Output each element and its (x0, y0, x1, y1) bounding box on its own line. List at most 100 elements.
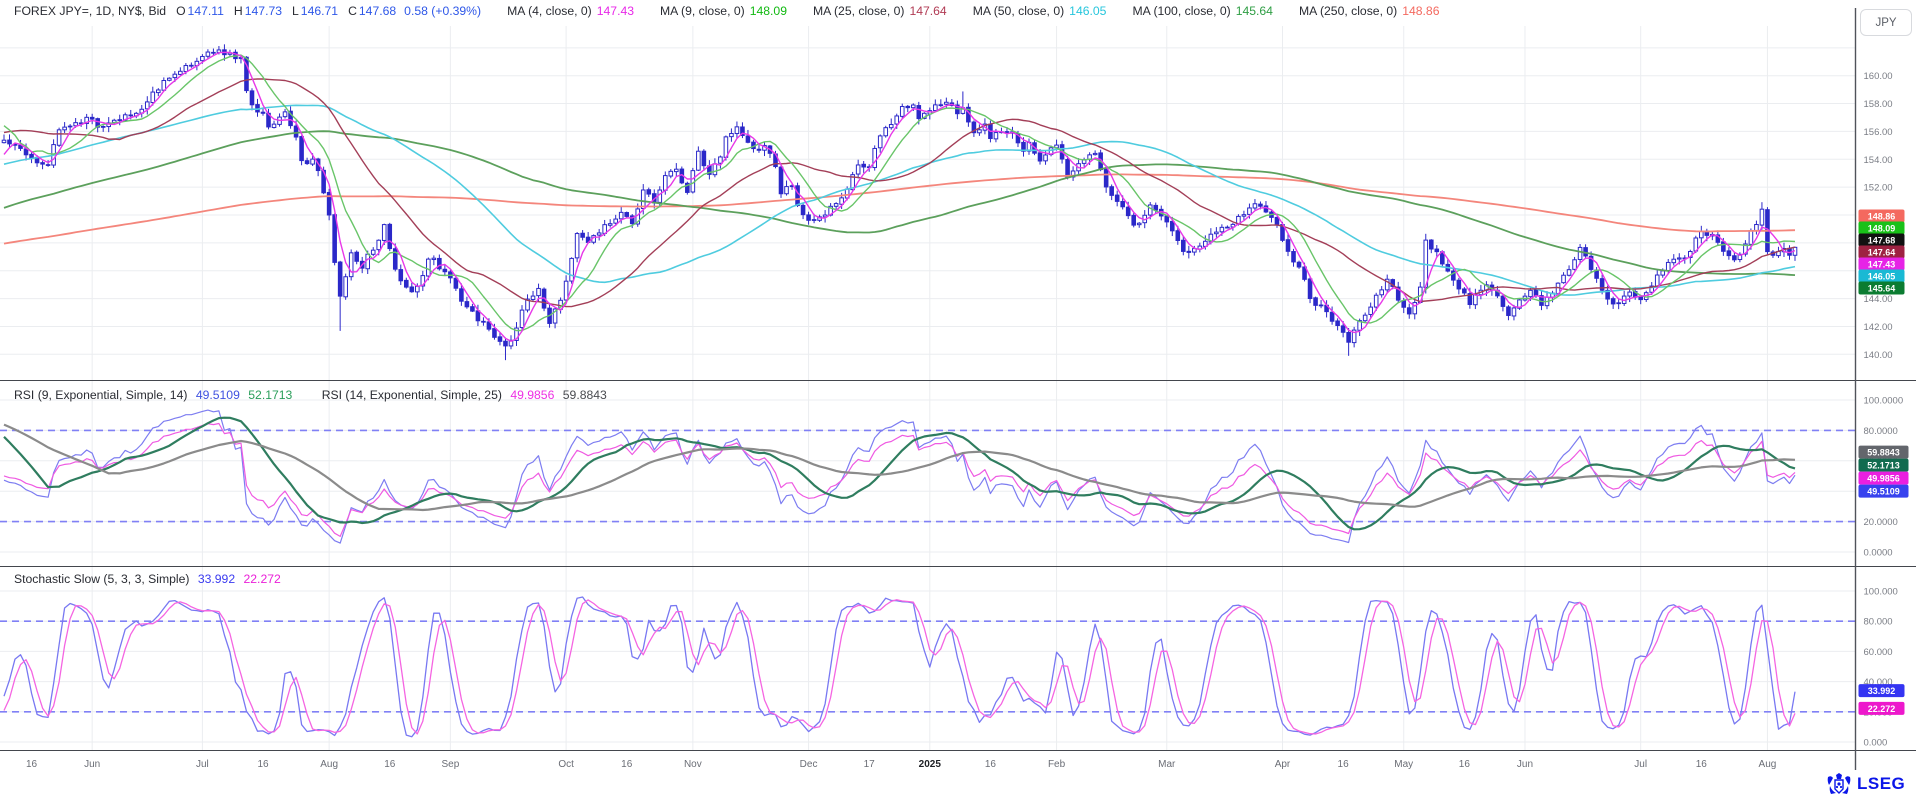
axis-tick-label: 152.00 (1864, 183, 1893, 194)
axis-badge-value: 148.86 (1868, 212, 1896, 222)
axis-badge-value: 147.43 (1868, 260, 1896, 270)
rsi1-ma-value: 52.1713 (248, 388, 292, 402)
ohlc-key: L (292, 4, 299, 18)
candlestick-series (2, 44, 1797, 360)
axis-tick-label: 20.0000 (1864, 517, 1898, 528)
ma-legend-items: MA (4, close, 0) 147.43 MA (9, close, 0) 14… (481, 4, 1439, 18)
ohlc-key: O (176, 4, 185, 18)
rsi2-ma-value: 59.8843 (563, 388, 607, 402)
stoch-label[interactable]: Stochastic Slow (5, 3, 3, Simple) (14, 572, 189, 586)
lseg-logo-crest-icon (1826, 773, 1852, 795)
ma-legend-value: 145.64 (1236, 4, 1273, 18)
symbol-title[interactable]: FOREX JPY=, 1D, NY$, Bid (14, 4, 166, 18)
axis-badge-value: 52.1713 (1867, 461, 1900, 471)
axis-badge-value: 147.64 (1868, 248, 1896, 258)
x-axis-label: Aug (320, 759, 338, 770)
ma-legend-label[interactable]: MA (9, close, 0) (660, 4, 745, 18)
axis-tick-label: 142.00 (1864, 322, 1893, 333)
ma-legend-label[interactable]: MA (25, close, 0) (813, 4, 904, 18)
x-axis-label: 17 (864, 759, 876, 770)
ma-legend-value: 148.09 (750, 4, 787, 18)
axis-tick-label: 0.0000 (1864, 548, 1893, 559)
x-axis-label: 16 (26, 759, 38, 770)
axis-tick-label: 144.00 (1864, 294, 1893, 305)
ma-legend-value: 147.43 (597, 4, 634, 18)
axis-badge-value: 49.9856 (1867, 474, 1900, 484)
axis-badge-value: 59.8843 (1867, 448, 1900, 458)
ma-legend-label[interactable]: MA (4, close, 0) (507, 4, 592, 18)
lseg-logo-text: LSEG (1857, 774, 1905, 794)
x-axis-label: 16 (1459, 759, 1471, 770)
x-axis-label: 16 (1696, 759, 1708, 770)
ohlc-values: O147.11H147.73L146.71C147.68 (166, 4, 396, 18)
x-axis-label: Jun (1517, 759, 1533, 770)
stoch-k-value: 33.992 (198, 572, 235, 586)
ma-legend-value: 147.64 (909, 4, 946, 18)
ohlc-value: 146.71 (301, 4, 338, 18)
axis-tick-label: 0.000 (1864, 738, 1888, 749)
lseg-logo: LSEG (1826, 773, 1905, 795)
ohlc-value: 147.11 (188, 4, 224, 18)
axis-badge-value: 145.64 (1868, 284, 1896, 294)
ohlc-key: C (348, 4, 357, 18)
ohlc-value: 147.73 (245, 4, 282, 18)
ma-legend-value: 146.05 (1069, 4, 1106, 18)
axis-badge-value: 49.5109 (1867, 487, 1900, 497)
x-axis-label: Jul (1634, 759, 1647, 770)
stoch-legend-bar: Stochastic Slow (5, 3, 3, Simple) 33.992… (14, 572, 281, 586)
rsi2-label[interactable]: RSI (14, Exponential, Simple, 25) (322, 388, 502, 402)
axis-tick-label: 160.00 (1864, 71, 1893, 82)
rsi9-sma-line (4, 418, 1795, 530)
x-axis-label: May (1394, 759, 1413, 770)
x-axis-label: Jul (196, 759, 209, 770)
ma-legend-label[interactable]: MA (50, close, 0) (973, 4, 1064, 18)
x-axis-label: Feb (1048, 759, 1066, 770)
axis-tick-label: 158.00 (1864, 99, 1893, 110)
stoch-d-value: 22.272 (244, 572, 281, 586)
x-axis-label: Aug (1759, 759, 1777, 770)
ma-legend-value: 148.86 (1402, 4, 1439, 18)
ma-legend-label[interactable]: MA (250, close, 0) (1299, 4, 1397, 18)
x-axis-label: 2025 (919, 759, 942, 770)
axis-tick-label: 60.000 (1864, 647, 1893, 658)
x-axis-label: 16 (384, 759, 396, 770)
currency-chip-label: JPY (1875, 17, 1896, 29)
ma-25-line (4, 79, 1795, 307)
x-axis-label: 16 (985, 759, 997, 770)
ohlc-key: H (234, 4, 243, 18)
chart-legend-bar: FOREX JPY=, 1D, NY$, BidO147.11H147.73L1… (14, 4, 1439, 18)
x-axis-label: Jun (84, 759, 100, 770)
axis-tick-label: 80.000 (1864, 617, 1893, 628)
rsi1-value: 49.5109 (196, 388, 240, 402)
x-axis-label: Oct (558, 759, 574, 770)
x-axis-label: Nov (684, 759, 702, 770)
x-axis-label: Mar (1158, 759, 1176, 770)
axis-tick-label: 100.0000 (1864, 396, 1904, 407)
x-axis-label: Sep (441, 759, 459, 770)
currency-axis-chip[interactable]: JPY (1860, 9, 1912, 36)
axis-badge-value: 33.992 (1868, 686, 1896, 696)
axis-tick-label: 140.00 (1864, 350, 1893, 361)
axis-badge-value: 146.05 (1868, 272, 1896, 282)
ma-250-line (4, 174, 1795, 243)
stoch-k-line (4, 597, 1795, 737)
axis-badge-value: 22.272 (1868, 704, 1896, 714)
axis-badge-value: 147.68 (1868, 236, 1896, 246)
axis-tick-label: 154.00 (1864, 155, 1893, 166)
rsi1-label[interactable]: RSI (9, Exponential, Simple, 14) (14, 388, 187, 402)
change-value: 0.58 (+0.39%) (404, 4, 481, 18)
axis-badge-value: 148.09 (1868, 224, 1896, 234)
stoch-d-line (4, 600, 1795, 734)
rsi2-value: 49.9856 (510, 388, 554, 402)
x-axis-label: 16 (1338, 759, 1350, 770)
x-axis-label: 16 (257, 759, 269, 770)
ma-legend-label[interactable]: MA (100, close, 0) (1132, 4, 1230, 18)
ma-100-line (4, 131, 1795, 275)
rsi-legend-bar: RSI (9, Exponential, Simple, 14) 49.5109… (14, 388, 607, 402)
x-axis-label: Dec (800, 759, 818, 770)
x-axis-label: 16 (621, 759, 633, 770)
axis-tick-label: 100.000 (1864, 587, 1898, 598)
axis-tick-label: 156.00 (1864, 127, 1893, 138)
axis-tick-label: 80.0000 (1864, 426, 1898, 437)
axis-badges: 148.86 148.09 147.68 147.64 147.43 146.05 145.… (1859, 210, 1909, 715)
